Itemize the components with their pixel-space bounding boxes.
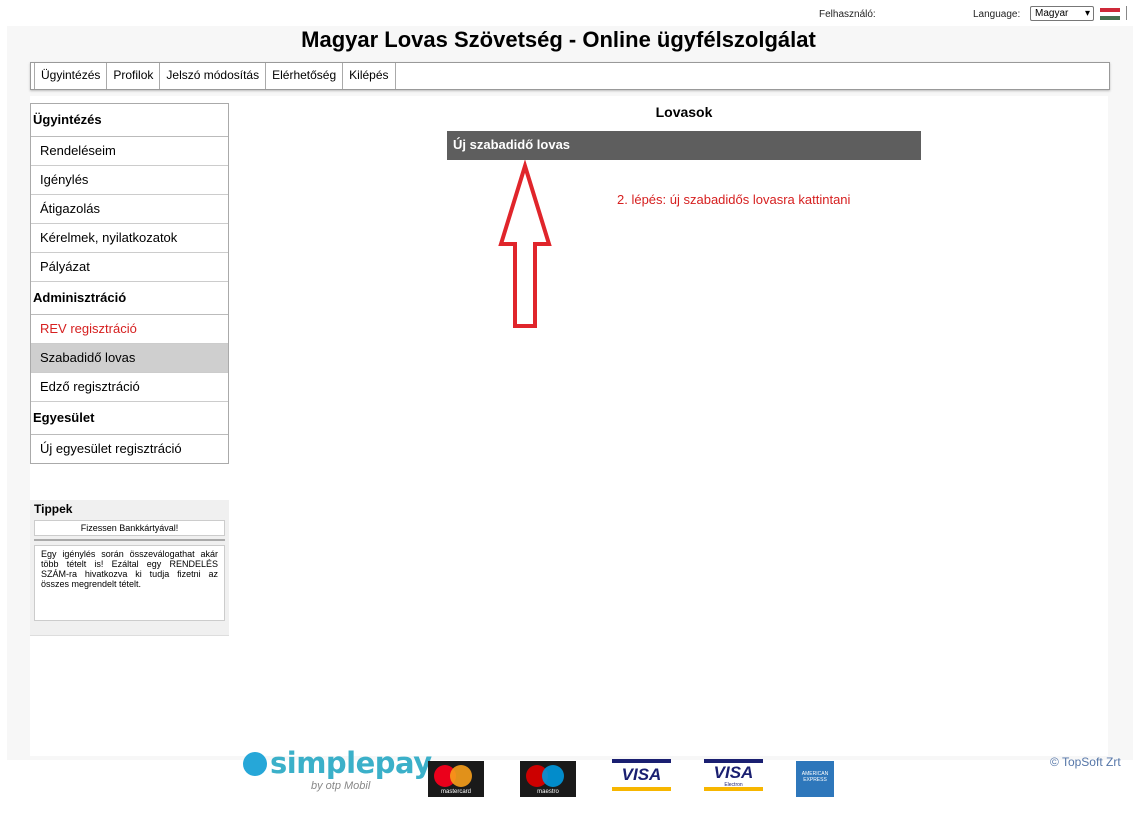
- chevron-down-icon: ▾: [1084, 8, 1090, 19]
- sidebar-item-atigazolas[interactable]: Átigazolás: [31, 195, 228, 224]
- tips-box: Tippek Fizessen Bankkártyával! Egy igény…: [30, 500, 229, 636]
- simplepay-icon: [243, 752, 267, 776]
- sidebar: Ügyintézés Rendeléseim Igénylés Átigazol…: [30, 103, 229, 464]
- sidebar-section-egyesulet: Egyesület: [31, 402, 228, 435]
- new-leisure-rider-button[interactable]: Új szabadidő lovas: [447, 131, 921, 160]
- mastercard-logo: mastercard: [428, 761, 484, 797]
- visa-label: VISA: [621, 765, 662, 784]
- simplepay-text: simplepay: [270, 746, 432, 780]
- tips-title: Tippek: [34, 502, 73, 516]
- divider: [34, 539, 225, 541]
- maestro-logo: maestro: [520, 761, 576, 797]
- tab-profilok[interactable]: Profilok: [107, 63, 161, 89]
- copyright[interactable]: © TopSoft Zrt: [1050, 755, 1121, 769]
- up-arrow-annotation-icon: [498, 160, 552, 328]
- sidebar-section-adminisztracio: Adminisztráció: [31, 282, 228, 315]
- divider: [1126, 6, 1127, 20]
- page-title: Magyar Lovas Szövetség - Online ügyfélsz…: [301, 27, 816, 52]
- sidebar-section-ugyintezes: Ügyintézés: [31, 104, 228, 137]
- sidebar-item-uj-egyesulet[interactable]: Új egyesület regisztráció: [31, 435, 228, 463]
- tab-kilepes[interactable]: Kilépés: [343, 63, 396, 89]
- pay-by-card-link[interactable]: Fizessen Bankkártyával!: [34, 520, 225, 536]
- maestro-label: maestro: [537, 789, 559, 795]
- visa-electron-label: VISA: [713, 763, 754, 782]
- visa-electron-logo: VISA Electron: [704, 759, 763, 795]
- language-label: Language:: [973, 9, 1021, 20]
- step-annotation: 2. lépés: új szabadidős lovasra kattinta…: [617, 192, 851, 207]
- sidebar-item-rev-regisztracio[interactable]: REV regisztráció: [31, 315, 228, 344]
- simplepay-by: by otp Mobil: [311, 780, 371, 792]
- hungarian-flag-icon[interactable]: [1100, 8, 1120, 20]
- top-nav: Ügyintézés Profilok Jelszó módosítás Elé…: [30, 62, 1110, 90]
- user-label: Felhasználó:: [819, 9, 876, 20]
- language-select[interactable]: Magyar ▾: [1030, 6, 1094, 21]
- tab-elerhetoseg[interactable]: Elérhetőség: [266, 63, 344, 89]
- sidebar-item-palyazat[interactable]: Pályázat: [31, 253, 228, 282]
- sidebar-item-kerelmek[interactable]: Kérelmek, nyilatkozatok: [31, 224, 228, 253]
- sidebar-item-rendeleseim[interactable]: Rendeléseim: [31, 137, 228, 166]
- language-value: Magyar: [1035, 8, 1069, 19]
- american-express-logo: AMERICAN EXPRESS: [796, 761, 834, 797]
- top-bar: Felhasználó: Language: Magyar ▾: [0, 0, 1133, 26]
- sidebar-item-edzo-regisztracio[interactable]: Edző regisztráció: [31, 373, 228, 402]
- sidebar-item-igenyles[interactable]: Igénylés: [31, 166, 228, 195]
- tab-jelszo-modositas[interactable]: Jelszó módosítás: [160, 63, 267, 89]
- section-title: Lovasok: [655, 104, 713, 120]
- sidebar-item-szabadido-lovas[interactable]: Szabadidő lovas: [31, 344, 228, 373]
- visa-logo: VISA: [612, 759, 671, 795]
- tips-text: Egy igénylés során összeválogathat akár …: [34, 545, 225, 621]
- mastercard-label: mastercard: [440, 789, 471, 795]
- tab-ugyintezes[interactable]: Ügyintézés: [34, 63, 108, 89]
